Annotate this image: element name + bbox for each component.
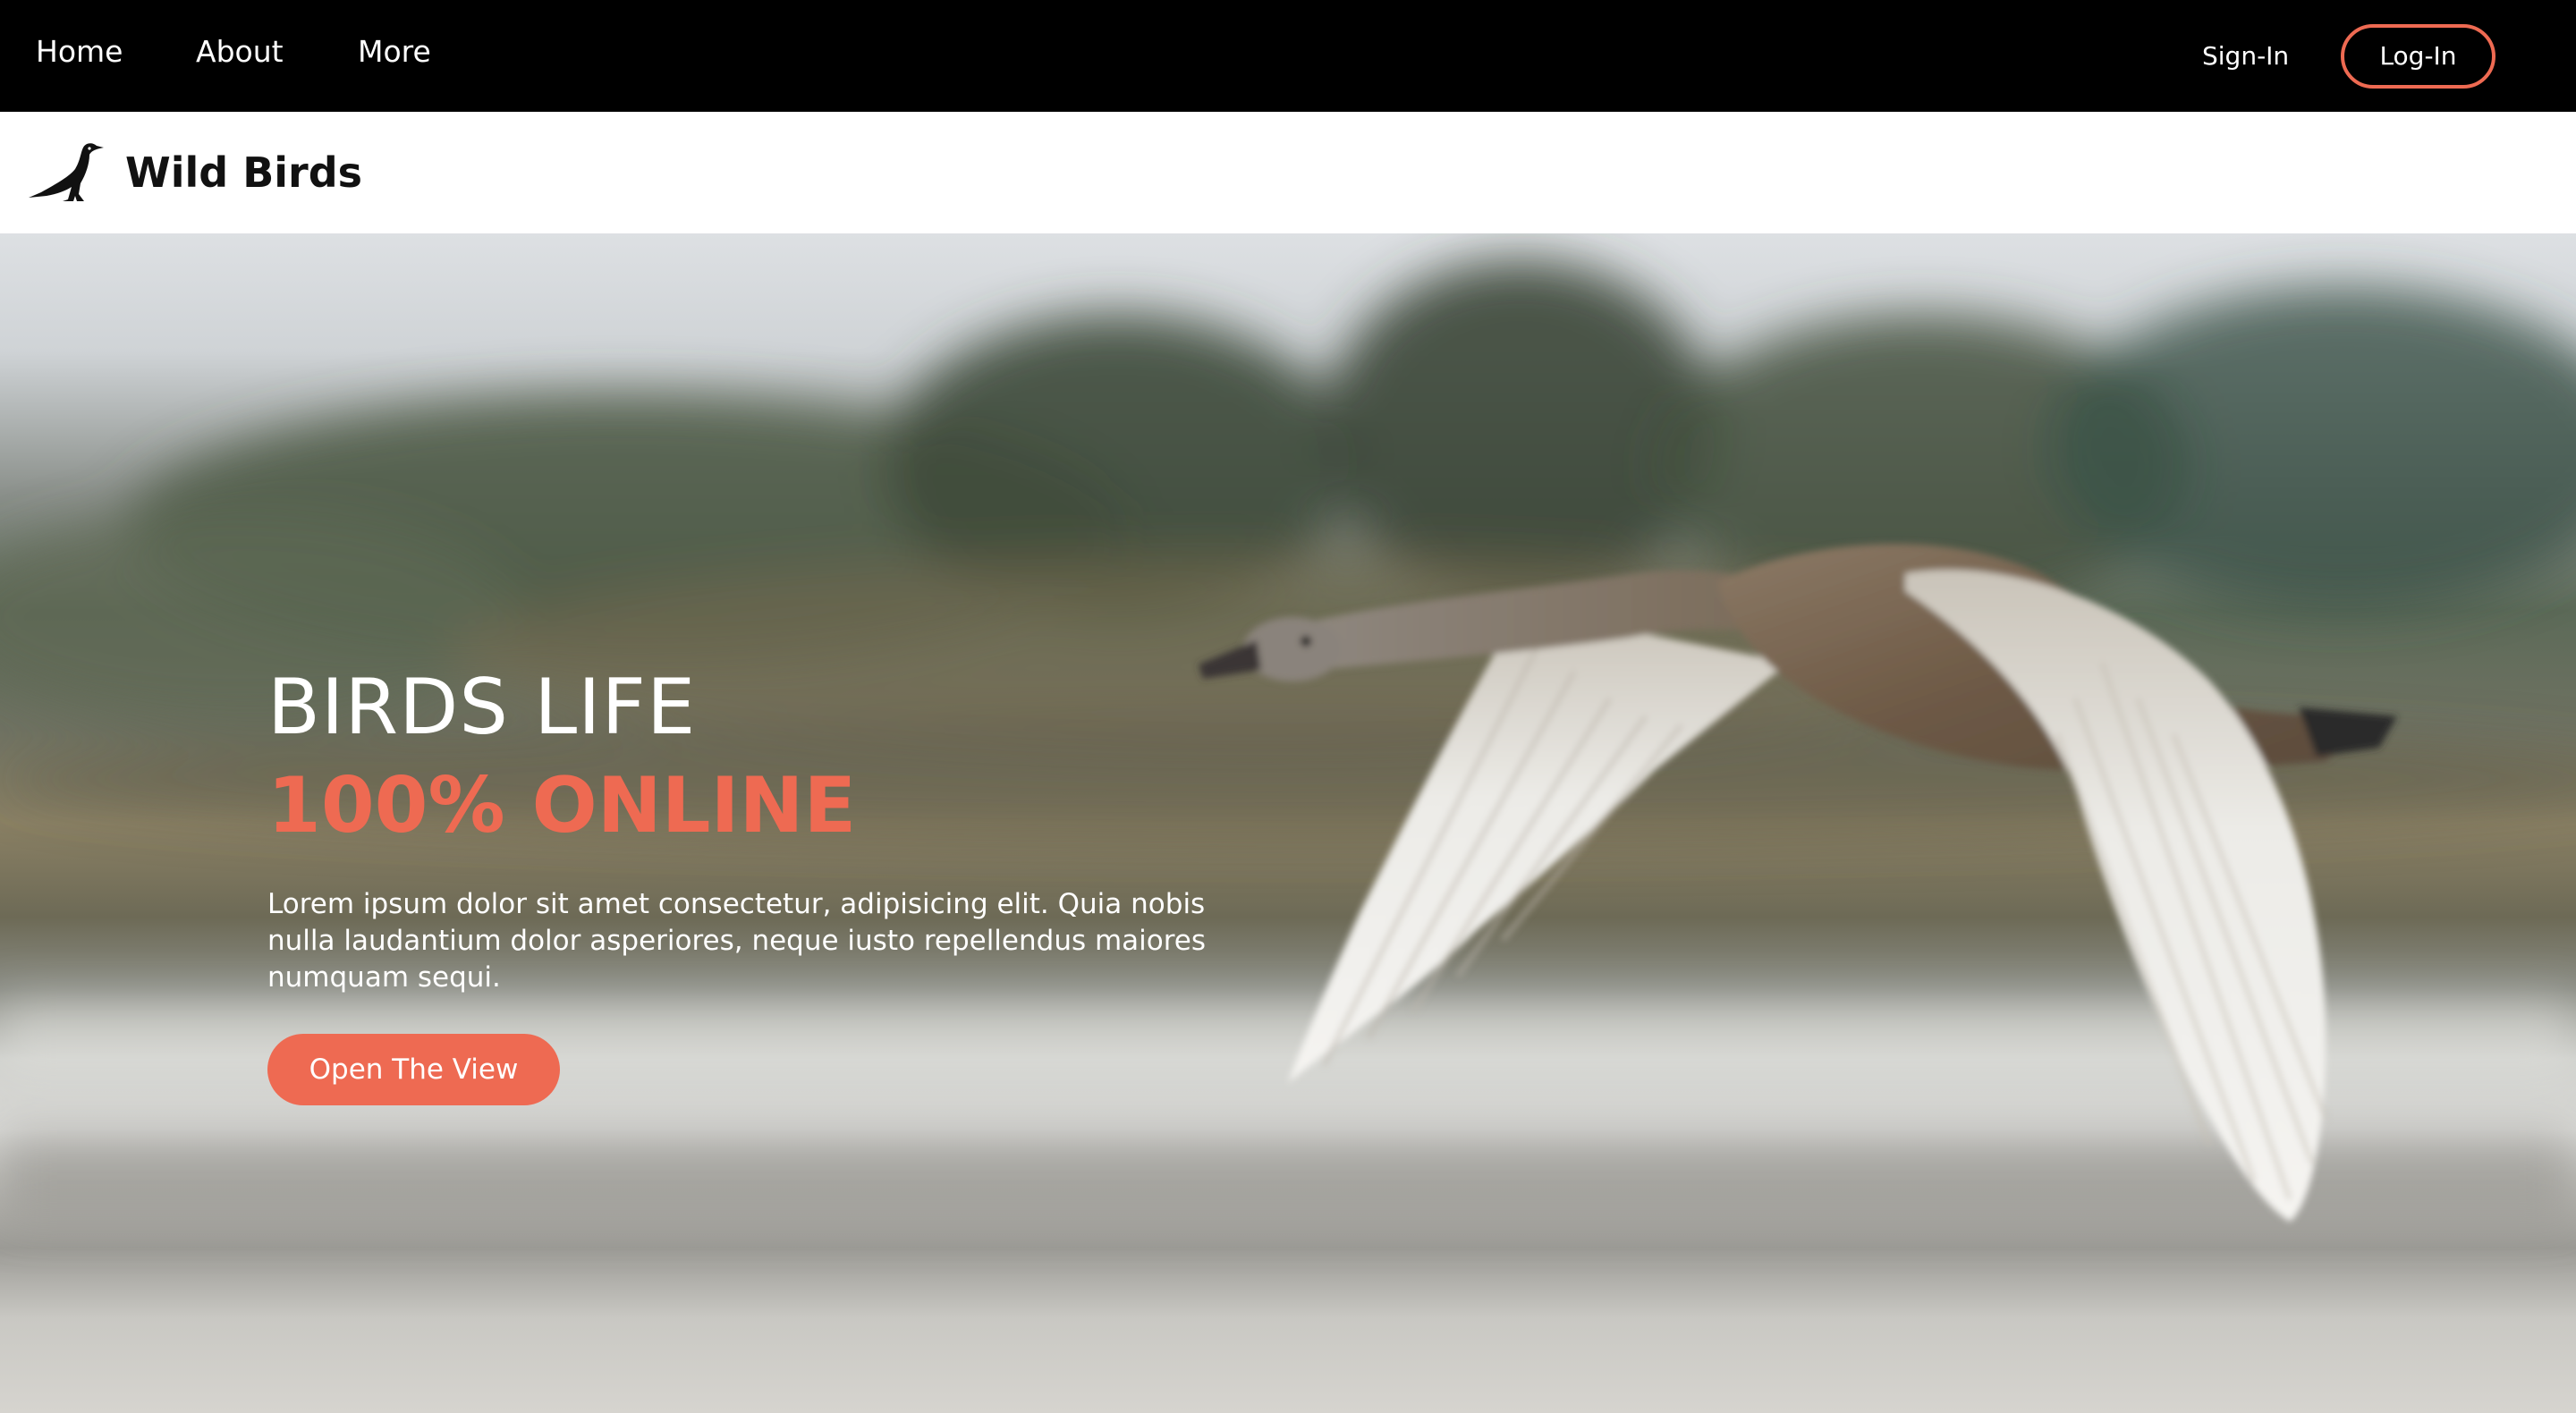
hero-title: BIRDS LIFE xyxy=(267,663,697,752)
hero-description: Lorem ipsum dolor sit amet consectetur, … xyxy=(267,888,1207,994)
hero-subtitle: 100% ONLINE xyxy=(267,761,857,850)
open-the-view-button[interactable]: Open The View xyxy=(267,1034,560,1105)
log-in-button[interactable]: Log-In xyxy=(2341,24,2496,89)
brand-name[interactable]: Wild Birds xyxy=(125,148,362,198)
nav-link-home[interactable]: Home xyxy=(36,32,123,72)
hero-section: BIRDS LIFE 100% ONLINE Lorem ipsum dolor… xyxy=(0,233,2576,1413)
top-nav-bar: Home About More Sign-In Log-In xyxy=(0,0,2576,112)
brand-header: Wild Birds xyxy=(0,112,2576,233)
bird-logo-icon[interactable] xyxy=(27,140,107,205)
nav-link-more[interactable]: More xyxy=(358,32,431,72)
nav-link-about[interactable]: About xyxy=(196,32,284,72)
sign-in-link[interactable]: Sign-In xyxy=(2202,38,2289,74)
